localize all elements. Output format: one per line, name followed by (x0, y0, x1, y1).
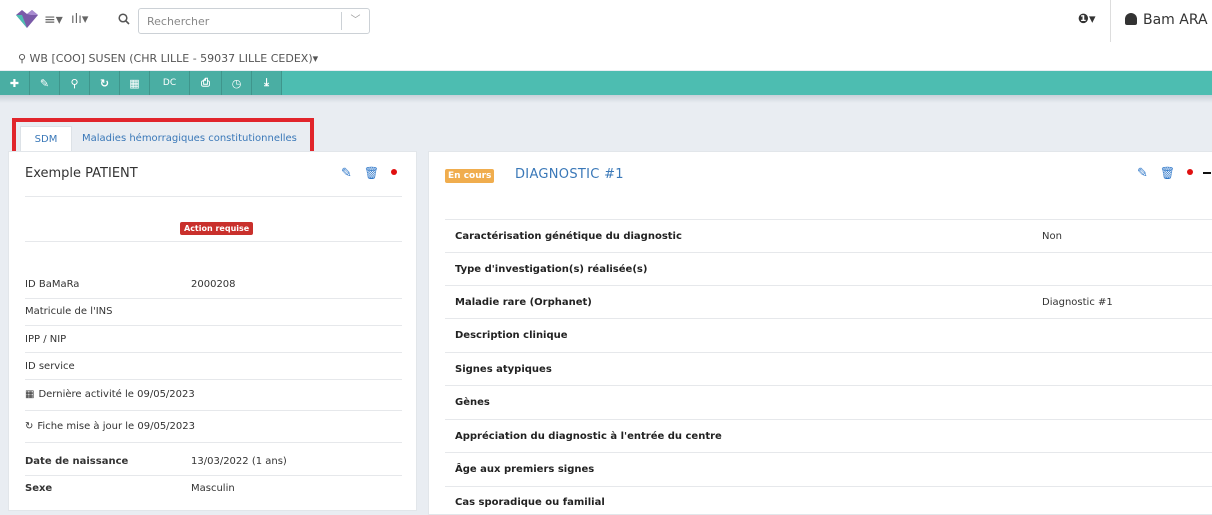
row-label-investigation: Type d'investigation(s) réalisée(s) (455, 264, 648, 275)
row-label-orphanet: Maladie rare (Orphanet) (455, 297, 592, 308)
row-label-appreciation: Appréciation du diagnostic à l'entrée du… (455, 431, 722, 442)
search-dropdown-icon[interactable]: ﹀ (341, 12, 369, 30)
divider (445, 285, 1212, 286)
row-label-signes-atypiques: Signes atypiques (455, 364, 552, 375)
divider (25, 442, 402, 443)
help-icon[interactable]: ❶▾ (1078, 12, 1096, 27)
divider (445, 419, 1212, 420)
top-header: ≡▾ ılı▾ ﹀ ❶▾ Bam ARA ⚲ WB [COO] SUSEN (C… (0, 0, 1212, 70)
collapse-icon[interactable] (1203, 172, 1212, 174)
menu-icon[interactable]: ≡▾ (44, 12, 63, 28)
tab-maladies-hemorragiques[interactable]: Maladies hémorragiques constitutionnelle… (82, 126, 297, 152)
header-divider (1110, 0, 1111, 42)
add-button[interactable]: ✚ (0, 71, 30, 95)
row-label-genes: Gènes (455, 397, 490, 408)
sex-label: Sexe (25, 483, 53, 494)
divider (25, 410, 402, 411)
status-dot-icon (391, 169, 398, 175)
user-name: Bam ARA (1143, 12, 1208, 28)
history-button[interactable]: ◷ (222, 71, 252, 95)
birth-date-label: Date de naissance (25, 456, 129, 467)
field-label-id-bamara: ID BaMaRa (25, 279, 80, 290)
divider (25, 475, 402, 476)
diagnostic-actions: ✎ 🗑 (1137, 166, 1212, 181)
delete-diagnostic-icon[interactable]: 🗑 (1160, 166, 1175, 180)
diagnostic-panel: En cours DIAGNOSTIC #1 ✎ 🗑 Caractérisatio… (428, 151, 1212, 515)
action-required-badge: Action requise (180, 222, 254, 235)
divider (25, 325, 402, 326)
toolbar-group: ✚ ✎ ⚲ ↻ ▦ DC ⎙ ◷ ⤓ (0, 71, 282, 95)
row-label-cas-sporadique: Cas sporadique ou familial (455, 497, 605, 508)
row-value-orphanet: Diagnostic #1 (1042, 297, 1113, 308)
status-dot-icon (1187, 169, 1194, 175)
row-label-caracterisation: Caractérisation génétique du diagnostic (455, 231, 682, 242)
divider (25, 352, 402, 353)
download-button[interactable]: ⤓ (252, 71, 282, 95)
dc-button[interactable]: DC (150, 71, 190, 95)
divider (445, 252, 1212, 253)
search-box: ﹀ (138, 8, 370, 34)
patient-name: Exemple PATIENT (25, 166, 138, 181)
sex-value: Masculin (191, 483, 235, 494)
birth-date-value: 13/03/2022 (1 ans) (191, 456, 287, 467)
app-logo-icon[interactable] (16, 10, 38, 28)
refresh-icon: ↻ (25, 421, 34, 432)
divider (445, 318, 1212, 319)
last-activity-text: Dernière activité le 09/05/2023 (38, 389, 195, 400)
print-button[interactable]: ⎙ (190, 71, 222, 95)
row-label-description: Description clinique (455, 330, 568, 341)
field-value-id-bamara: 2000208 (191, 279, 236, 290)
divider (25, 379, 402, 380)
row-value-caracterisation: Non (1042, 231, 1062, 242)
edit-diagnostic-icon[interactable]: ✎ (1137, 166, 1148, 181)
divider (445, 352, 1212, 353)
divider (25, 241, 402, 242)
user-menu[interactable]: Bam ARA (1125, 12, 1208, 28)
field-label-ins: Matricule de l'INS (25, 306, 113, 317)
field-label-ipp: IPP / NIP (25, 334, 67, 345)
status-badge: En cours (445, 169, 495, 183)
toolbar-shadow (0, 95, 1212, 103)
patient-panel: Exemple PATIENT ✎ 🗑 Action requise ID BaM… (8, 151, 417, 511)
diagnostic-title: DIAGNOSTIC #1 (515, 167, 624, 182)
refresh-button[interactable]: ↻ (90, 71, 120, 95)
field-label-id-service: ID service (25, 361, 75, 372)
last-activity: ▦ Dernière activité le 09/05/2023 (25, 389, 195, 400)
action-toolbar: ✚ ✎ ⚲ ↻ ▦ DC ⎙ ◷ ⤓ (0, 71, 1212, 95)
last-update: ↻ Fiche mise à jour le 09/05/2023 (25, 421, 195, 432)
row-label-age-signes: Âge aux premiers signes (455, 464, 595, 475)
divider (445, 452, 1212, 453)
location-selector[interactable]: ⚲ WB [COO] SUSEN (CHR LILLE - 59037 LILL… (18, 52, 318, 65)
tab-sdm[interactable]: SDM (20, 126, 72, 152)
divider (445, 486, 1212, 487)
edit-button[interactable]: ✎ (30, 71, 60, 95)
calendar-button[interactable]: ▦ (120, 71, 150, 95)
divider (25, 298, 402, 299)
patient-actions: ✎ 🗑 (341, 166, 398, 181)
stats-icon[interactable]: ılı▾ (71, 12, 88, 27)
location-button[interactable]: ⚲ (60, 71, 90, 95)
delete-patient-icon[interactable]: 🗑 (364, 166, 379, 180)
divider (25, 196, 402, 197)
last-update-text: Fiche mise à jour le 09/05/2023 (37, 421, 195, 432)
search-icon (118, 13, 130, 25)
calendar-icon: ▦ (25, 389, 35, 400)
divider (445, 385, 1212, 386)
user-icon (1125, 13, 1137, 25)
search-input[interactable] (139, 9, 339, 33)
edit-patient-icon[interactable]: ✎ (341, 166, 352, 181)
divider (445, 219, 1212, 220)
